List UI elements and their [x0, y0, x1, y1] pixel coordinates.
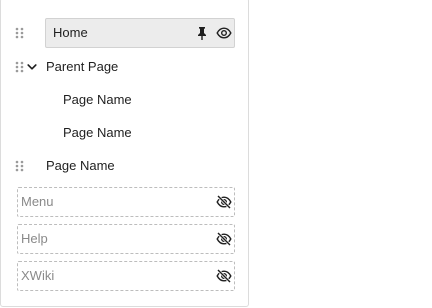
- hidden-item-help[interactable]: Help: [17, 224, 235, 254]
- tree-item-label: Parent Page: [46, 59, 119, 74]
- hidden-item-menu[interactable]: Menu: [17, 187, 235, 217]
- tree-item-label: Page Name: [63, 125, 132, 140]
- eye-icon[interactable]: [216, 25, 232, 41]
- tree-item-child[interactable]: Page Name: [1, 117, 249, 149]
- hidden-item-label: Menu: [21, 194, 54, 209]
- tree-item-home[interactable]: Home: [1, 17, 249, 49]
- chevron-down-icon[interactable]: [26, 61, 38, 73]
- hidden-item-label: Help: [21, 231, 48, 246]
- drag-handle-icon[interactable]: [15, 27, 25, 39]
- tree-item-label: Home: [53, 25, 88, 40]
- eye-off-icon[interactable]: [216, 231, 232, 247]
- tree-item-child[interactable]: Page Name: [1, 84, 249, 116]
- tree-item-label: Page Name: [63, 92, 132, 107]
- eye-off-icon[interactable]: [216, 268, 232, 284]
- navigation-tree-panel: Home Parent Page Page Name Page Name Pag…: [0, 0, 249, 307]
- tree-item-label: Page Name: [46, 158, 115, 173]
- drag-handle-icon[interactable]: [15, 160, 25, 172]
- hidden-item-xwiki[interactable]: XWiki: [17, 261, 235, 291]
- home-item-box[interactable]: Home: [45, 18, 235, 48]
- hidden-item-label: XWiki: [21, 268, 55, 283]
- tree-item-page[interactable]: Page Name: [1, 150, 249, 182]
- eye-off-icon[interactable]: [216, 194, 232, 210]
- drag-handle-icon[interactable]: [15, 61, 25, 73]
- tree-item-parent-page[interactable]: Parent Page: [1, 51, 249, 83]
- pin-icon[interactable]: [194, 25, 210, 41]
